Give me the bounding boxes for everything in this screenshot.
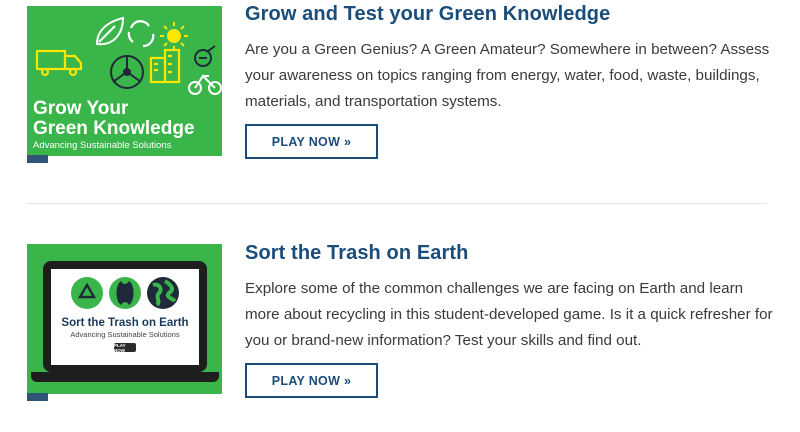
sun-icon bbox=[160, 22, 188, 50]
truck-icon bbox=[35, 49, 83, 77]
game-card-sort-trash: Sort the Trash on Earth Advancing Sustai… bbox=[0, 204, 800, 432]
thumbnail-corner-tag bbox=[27, 155, 48, 163]
green-knowledge-thumbnail[interactable]: Grow Your Green Knowledge Advancing Sust… bbox=[27, 6, 222, 156]
bike-icon bbox=[188, 74, 222, 95]
apple-core-icon bbox=[109, 277, 141, 309]
game-title[interactable]: Sort the Trash on Earth bbox=[245, 242, 468, 265]
trash-icons-illustration bbox=[71, 277, 179, 309]
thumbnail-tagline: Advancing Sustainable Solutions bbox=[33, 140, 172, 151]
play-now-button[interactable]: PLAY NOW » bbox=[245, 124, 378, 159]
leaf-icon bbox=[95, 16, 125, 46]
recycle-icon bbox=[127, 20, 155, 48]
thumbnail-line-1: Grow Your bbox=[33, 98, 129, 119]
thumbnail-tagline: Advancing Sustainable Solutions bbox=[70, 330, 180, 339]
laptop-display: Sort the Trash on Earth Advancing Sustai… bbox=[51, 269, 199, 365]
thumbnail-title: Sort the Trash on Earth bbox=[61, 317, 189, 329]
recycle-icon bbox=[71, 277, 103, 309]
ev-plug-icon bbox=[194, 45, 216, 67]
thumbnail-play-button: PLAY NOW bbox=[114, 343, 136, 353]
laptop-base bbox=[31, 372, 219, 382]
thumbnail-corner-tag bbox=[27, 393, 48, 401]
play-now-button[interactable]: PLAY NOW » bbox=[245, 363, 378, 398]
sort-trash-thumbnail[interactable]: Sort the Trash on Earth Advancing Sustai… bbox=[27, 244, 222, 394]
game-title[interactable]: Grow and Test your Green Knowledge bbox=[245, 3, 610, 26]
thumbnail-line-2: Green Knowledge bbox=[33, 118, 195, 139]
building-icon bbox=[149, 48, 181, 84]
earth-icon bbox=[147, 277, 179, 309]
game-card-green-knowledge: Grow Your Green Knowledge Advancing Sust… bbox=[0, 0, 800, 200]
game-description: Explore some of the common challenges we… bbox=[245, 280, 773, 349]
green-icons-illustration bbox=[35, 16, 222, 95]
laptop-screen: Sort the Trash on Earth Advancing Sustai… bbox=[43, 261, 207, 372]
wind-turbine-icon bbox=[110, 55, 144, 89]
game-description: Are you a Green Genius? A Green Amateur?… bbox=[245, 41, 770, 110]
